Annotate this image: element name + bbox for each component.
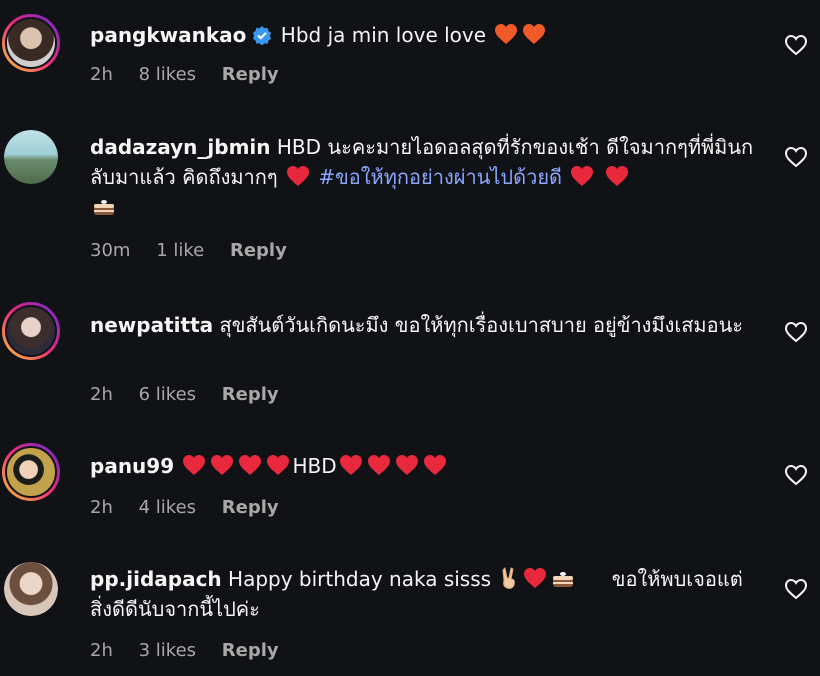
red-heart-emoji <box>423 454 447 476</box>
likes-count[interactable]: 3 likes <box>139 640 196 661</box>
timestamp: 2h <box>90 640 113 661</box>
comment-text: Happy birthday naka sisss <box>228 567 492 591</box>
hashtag-link[interactable]: #ขอให้ทุกอย่างผ่านไปด้วยดี <box>318 165 562 189</box>
cake-emoji <box>92 194 116 218</box>
avatar[interactable] <box>2 443 60 501</box>
likes-count[interactable]: 6 likes <box>139 384 196 405</box>
cake-emoji <box>551 566 575 590</box>
heart-outline-icon[interactable] <box>784 321 808 343</box>
timestamp: 2h <box>90 384 113 405</box>
avatar[interactable] <box>2 128 60 186</box>
comment-text: HBD <box>292 454 337 478</box>
red-heart-emoji <box>182 454 206 476</box>
heart-outline-icon[interactable] <box>784 464 808 486</box>
timestamp: 30m <box>90 240 131 261</box>
heart-outline-icon[interactable] <box>784 578 808 600</box>
username[interactable]: pp.jidapach <box>90 567 222 591</box>
red-heart-emoji <box>266 454 290 476</box>
reply-button[interactable]: Reply <box>222 497 279 518</box>
comment-text: สุขสันต์วันเกิดนะมึง ขอให้ทุกเรื่องเบาสบ… <box>219 313 744 337</box>
avatar[interactable] <box>2 560 60 618</box>
red-heart-emoji <box>523 567 547 589</box>
red-heart-emoji <box>339 454 363 476</box>
likes-count[interactable]: 4 likes <box>139 497 196 518</box>
reply-button[interactable]: Reply <box>222 384 279 405</box>
username[interactable]: pangkwankao <box>90 23 246 47</box>
orange-heart-emoji <box>522 23 546 45</box>
red-heart-emoji <box>605 165 629 187</box>
comment-text: Hbd ja min love love <box>280 23 487 47</box>
verified-badge-icon <box>253 26 272 45</box>
reply-button[interactable]: Reply <box>222 64 279 85</box>
comment-meta: 2h 6 likes Reply <box>90 384 299 405</box>
username[interactable]: panu99 <box>90 454 174 478</box>
username[interactable]: dadazayn_jbmin <box>90 135 271 159</box>
victory-hand-emoji <box>502 566 516 589</box>
likes-count[interactable]: 8 likes <box>139 64 196 85</box>
comment-meta: 2h 3 likes Reply <box>90 640 299 661</box>
orange-heart-emoji <box>494 23 518 45</box>
avatar[interactable] <box>2 14 60 72</box>
red-heart-emoji <box>395 454 419 476</box>
heart-outline-icon[interactable] <box>784 34 808 56</box>
red-heart-emoji <box>570 165 594 187</box>
likes-count[interactable]: 1 like <box>156 240 204 261</box>
heart-outline-icon[interactable] <box>784 146 808 168</box>
comment-list: pangkwankao Hbd ja min love love 2h 8 li… <box>0 0 820 676</box>
username[interactable]: newpatitta <box>90 313 213 337</box>
comment-meta: 2h 4 likes Reply <box>90 497 299 518</box>
red-heart-emoji <box>367 454 391 476</box>
red-heart-emoji <box>238 454 262 476</box>
avatar[interactable] <box>2 302 60 360</box>
comment-meta: 30m 1 like Reply <box>90 240 307 261</box>
timestamp: 2h <box>90 64 113 85</box>
reply-button[interactable]: Reply <box>222 640 279 661</box>
red-heart-emoji <box>286 165 310 187</box>
reply-button[interactable]: Reply <box>230 240 287 261</box>
timestamp: 2h <box>90 497 113 518</box>
comment-meta: 2h 8 likes Reply <box>90 64 299 85</box>
red-heart-emoji <box>210 454 234 476</box>
